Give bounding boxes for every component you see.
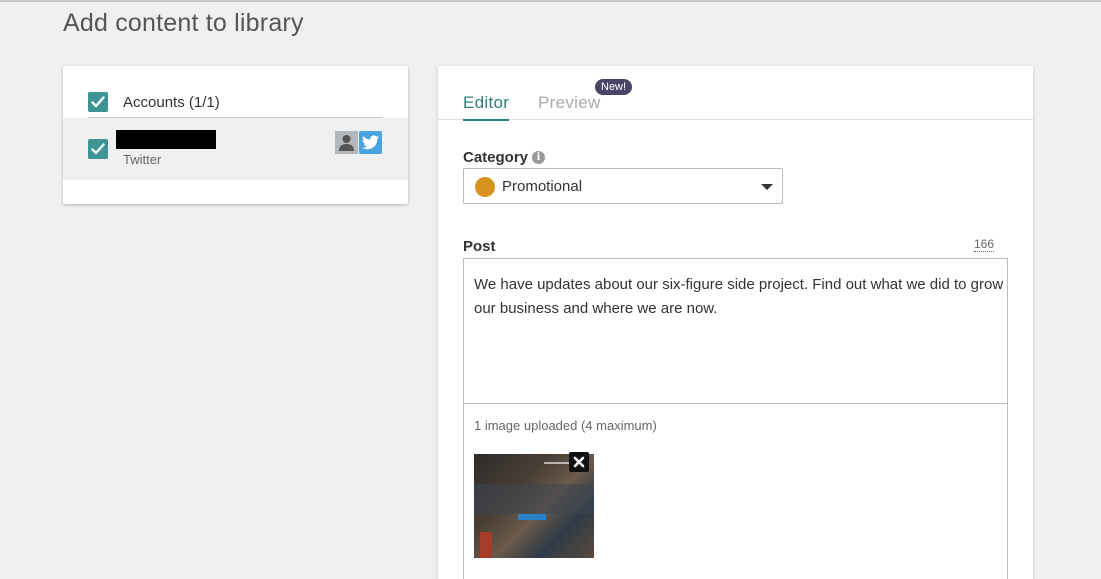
twitter-icon	[359, 131, 382, 154]
page-title: Add content to library	[63, 9, 304, 37]
account-network-label: Twitter	[123, 152, 162, 167]
select-all-accounts-checkbox[interactable]	[88, 92, 108, 112]
avatar	[335, 131, 358, 154]
post-textarea[interactable]: We have updates about our six-figure sid…	[474, 273, 1004, 321]
editor-panel: Editor Preview New! Category i Promotion…	[438, 66, 1033, 579]
checkmark-icon	[91, 96, 105, 108]
user-silhouette-icon	[339, 135, 354, 151]
new-badge: New!	[595, 79, 633, 95]
chevron-down-icon	[761, 184, 773, 190]
category-value: Promotional	[502, 178, 583, 195]
accounts-panel: Accounts (1/1) Twitter	[63, 66, 408, 204]
info-icon[interactable]: i	[532, 151, 545, 164]
accounts-header-label: Accounts (1/1)	[123, 94, 220, 111]
category-select[interactable]: Promotional	[463, 168, 783, 204]
upload-info: 1 image uploaded (4 maximum)	[474, 418, 657, 433]
accounts-header: Accounts (1/1)	[88, 91, 383, 118]
divider	[464, 403, 1007, 404]
editor-tabs: Editor Preview New!	[438, 66, 1033, 121]
top-border	[0, 0, 1101, 4]
account-checkbox[interactable]	[88, 139, 108, 159]
tab-preview[interactable]: Preview	[538, 93, 601, 113]
checkmark-icon	[91, 143, 105, 155]
twitter-bird-icon	[362, 135, 379, 150]
account-row[interactable]: Twitter	[63, 118, 408, 180]
character-count: 166	[974, 237, 995, 252]
post-label: Post	[463, 238, 496, 255]
tab-editor[interactable]: Editor	[463, 93, 510, 121]
remove-image-button[interactable]	[569, 452, 589, 472]
close-icon	[573, 456, 585, 468]
category-color-dot	[475, 177, 495, 197]
post-editor[interactable]: We have updates about our six-figure sid…	[463, 258, 1008, 579]
account-name-redacted	[116, 130, 216, 149]
category-label: Category	[463, 149, 529, 166]
